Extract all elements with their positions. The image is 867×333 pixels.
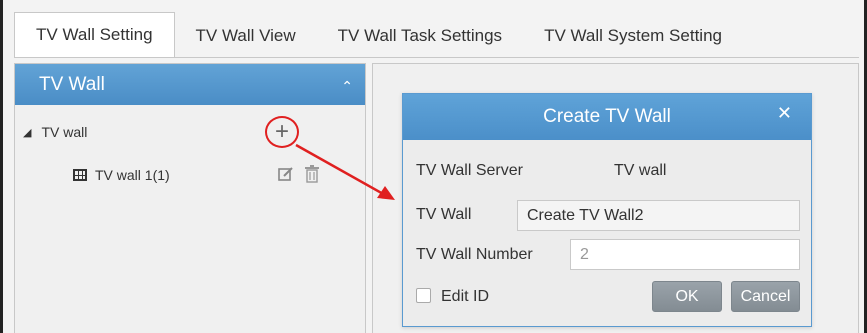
tv-wall-server-value: TV wall [614, 162, 667, 179]
edit-id-checkbox[interactable] [416, 288, 431, 303]
tv-wall-name-label: TV Wall [416, 206, 472, 223]
tv-wall-number-label: TV Wall Number [416, 246, 533, 263]
edit-id-label: Edit ID [441, 288, 490, 305]
ok-button[interactable]: OK [652, 281, 722, 312]
dialog-title: Create TV Wall [543, 106, 671, 127]
tv-wall-server-label: TV Wall Server [416, 162, 523, 179]
create-tv-wall-dialog: Create TV Wall ✕ TV Wall Server TV wall … [402, 93, 812, 327]
tv-wall-number-input[interactable] [570, 239, 800, 270]
close-icon[interactable]: ✕ [777, 103, 792, 124]
tv-wall-name-input[interactable] [517, 200, 800, 231]
cancel-button[interactable]: Cancel [731, 281, 800, 312]
dialog-header: Create TV Wall ✕ [403, 94, 811, 140]
tv-wall-settings-window: TV Wall Setting TV Wall View TV Wall Tas… [0, 0, 867, 333]
